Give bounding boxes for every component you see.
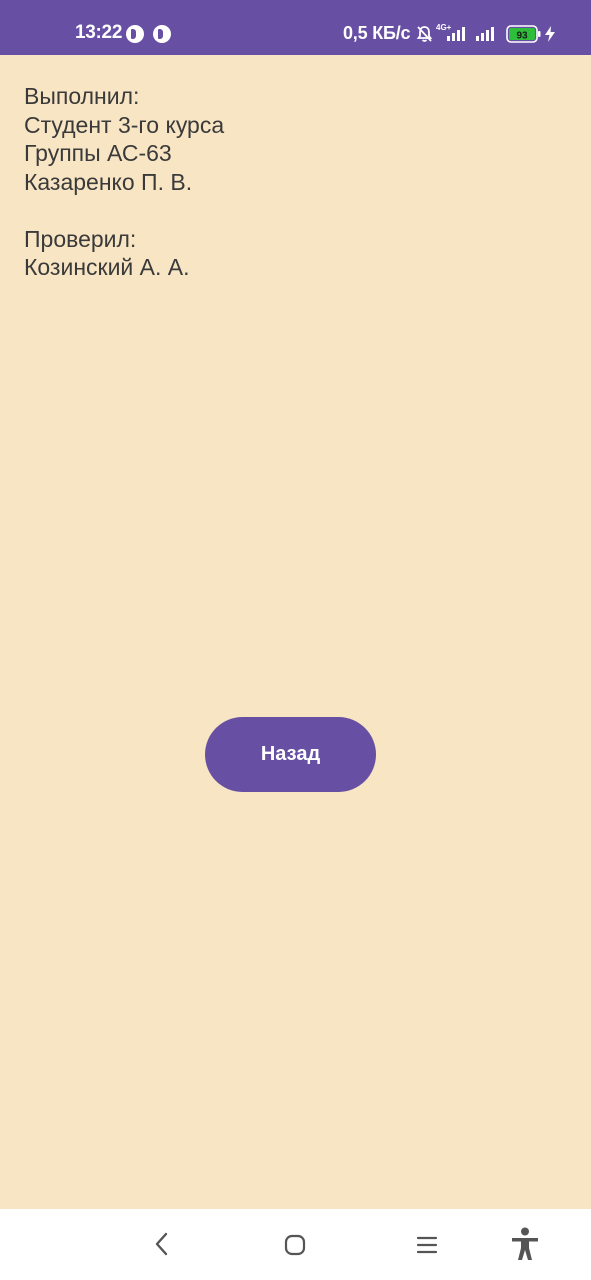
home-icon[interactable] bbox=[283, 1233, 307, 1257]
credits-line: Группы АС-63 bbox=[24, 140, 172, 166]
charging-icon bbox=[545, 26, 555, 42]
signal-icon bbox=[476, 27, 494, 41]
app-notification-icon bbox=[153, 25, 171, 43]
navigation-bar bbox=[0, 1209, 591, 1280]
app-notification-icon bbox=[126, 25, 144, 43]
credits-line: Казаренко П. В. bbox=[24, 168, 193, 195]
recents-icon[interactable] bbox=[415, 1233, 439, 1257]
credits-line: Козинский А. А. bbox=[24, 254, 190, 280]
credits-line: Студент 3-го курса bbox=[24, 111, 225, 138]
credits-line: Выполнил: bbox=[24, 83, 140, 109]
credits-line bbox=[24, 196, 224, 225]
status-time: 13:22 bbox=[75, 22, 123, 43]
back-icon[interactable] bbox=[150, 1231, 174, 1257]
network-speed: 0,5 КБ/с bbox=[343, 23, 411, 43]
network-type: 4G+ bbox=[436, 23, 452, 32]
accessibility-icon[interactable] bbox=[510, 1227, 540, 1261]
signal-icon: 4G+ bbox=[436, 23, 465, 41]
credits-line: Проверил: bbox=[24, 225, 137, 252]
battery-level: 93 bbox=[516, 30, 528, 41]
mute-bell-icon bbox=[416, 26, 433, 42]
status-bar: 13:22 0,5 КБ/с 4G+ 93 bbox=[0, 0, 591, 55]
battery-icon: 93 bbox=[506, 25, 541, 43]
back-button[interactable]: Назад bbox=[205, 717, 376, 792]
credits-text: Выполнил: Студент 3-го курса Группы АС-6… bbox=[24, 82, 224, 282]
